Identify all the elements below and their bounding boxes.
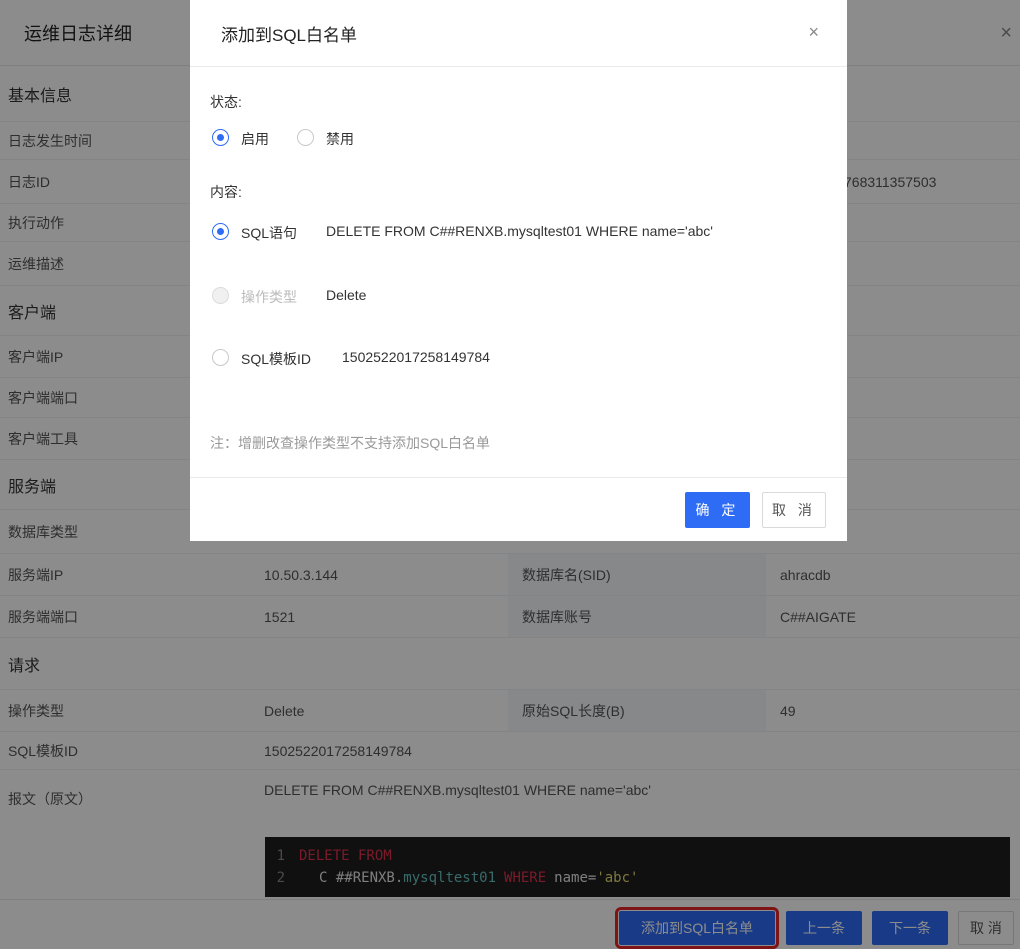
status-disable-radio[interactable] xyxy=(297,129,314,146)
add-whitelist-modal: 添加到SQL白名单 × 状态: 启用 禁用 内容: SQL语句 DELETE F… xyxy=(190,0,847,541)
content-op-type-value: Delete xyxy=(326,287,367,303)
modal-title: 添加到SQL白名单 xyxy=(190,0,847,67)
modal-cancel-button[interactable]: 取 消 xyxy=(762,492,826,528)
modal-ok-button[interactable]: 确 定 xyxy=(685,492,750,528)
content-sql-label[interactable]: SQL语句 xyxy=(241,223,297,243)
content-template-radio[interactable] xyxy=(212,349,229,366)
content-template-value: 1502522017258149784 xyxy=(342,349,490,365)
content-template-label[interactable]: SQL模板ID xyxy=(241,349,311,369)
modal-note: 注：增删改查操作类型不支持添加SQL白名单 xyxy=(210,435,491,451)
status-label: 状态: xyxy=(210,94,242,110)
status-disable-label[interactable]: 禁用 xyxy=(326,129,354,149)
modal-footer: 确 定 取 消 xyxy=(190,477,847,541)
status-enable-radio[interactable] xyxy=(212,129,229,146)
content-op-type-radio xyxy=(212,287,229,304)
content-label: 内容: xyxy=(210,184,242,200)
content-sql-value: DELETE FROM C##RENXB.mysqltest01 WHERE n… xyxy=(326,223,713,239)
modal-close-icon[interactable]: × xyxy=(808,22,819,43)
content-sql-radio[interactable] xyxy=(212,223,229,240)
status-enable-label[interactable]: 启用 xyxy=(241,129,269,149)
content-op-type-label: 操作类型 xyxy=(241,289,297,305)
